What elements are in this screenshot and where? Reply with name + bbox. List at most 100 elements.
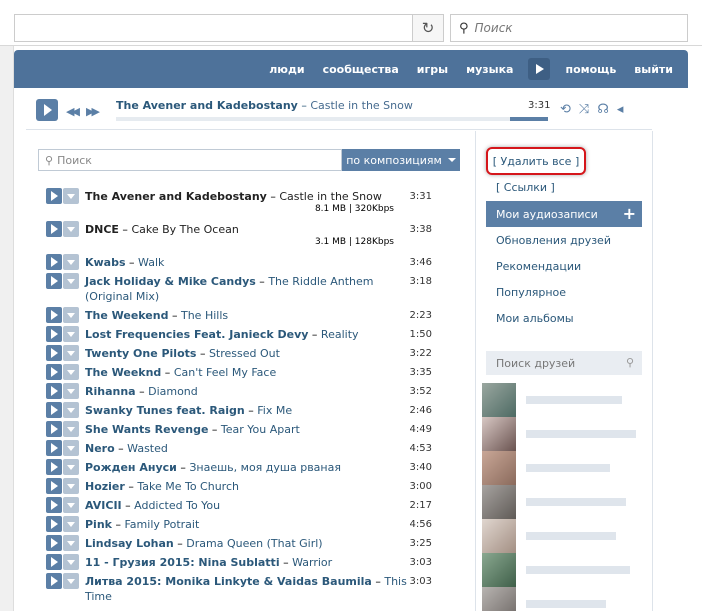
track-row[interactable]: The Weeknd – Can't Feel My Face 3:35 (46, 363, 432, 382)
links-button[interactable]: [ Ссылки ] (496, 181, 555, 194)
track-menu-icon[interactable] (63, 478, 79, 494)
track-row[interactable]: Twenty One Pilots – Stressed Out 3:22 (46, 344, 432, 363)
track-artist[interactable]: The Weeknd (85, 366, 161, 379)
track-row[interactable]: She Wants Revenge – Tear You Apart 4:49 (46, 420, 432, 439)
track-artist[interactable]: She Wants Revenge (85, 423, 208, 436)
track-artist[interactable]: The Weekend (85, 309, 168, 322)
track-row[interactable]: AVICII – Addicted To You 2:17 (46, 496, 432, 515)
plus-icon[interactable]: + (623, 204, 636, 223)
track-row[interactable]: Литва 2015: Monika Linkyte & Vaidas Baum… (46, 572, 432, 606)
track-menu-icon[interactable] (63, 273, 79, 289)
friend-item[interactable] (482, 587, 642, 611)
track-artist[interactable]: AVICII (85, 499, 122, 512)
track-menu-icon[interactable] (63, 516, 79, 532)
address-bar[interactable] (14, 14, 412, 42)
friend-item[interactable] (482, 417, 642, 451)
track-menu-icon[interactable] (63, 554, 79, 570)
track-menu-icon[interactable] (63, 188, 79, 204)
play-icon[interactable] (46, 535, 62, 551)
play-icon[interactable] (46, 573, 62, 589)
track-row[interactable]: Rihanna – Diamond 3:52 (46, 382, 432, 401)
friend-item[interactable] (482, 485, 642, 519)
track-row[interactable]: Lindsay Lohan – Drama Queen (That Girl) 3… (46, 534, 432, 553)
track-row[interactable]: Kwabs – Walk 3:46 (46, 253, 432, 272)
track-row[interactable]: 11 - Грузия 2015: Nina Sublatti – Warrio… (46, 553, 432, 572)
play-icon[interactable] (46, 421, 62, 437)
play-icon[interactable] (46, 221, 62, 237)
track-row[interactable]: The Avener and Kadebostany – Castle in t… (46, 187, 432, 220)
nav-logout[interactable]: выйти (625, 63, 682, 76)
track-row[interactable]: Pink – Family Potrait 4:56 (46, 515, 432, 534)
track-menu-icon[interactable] (63, 345, 79, 361)
friend-item[interactable] (482, 553, 642, 587)
track-row[interactable]: Hozier – Take Me To Church 3:00 (46, 477, 432, 496)
track-row[interactable]: Рожден Ануси – Знаешь, моя душа рваная 3:… (46, 458, 432, 477)
search-filter-dropdown[interactable]: по композициям (342, 149, 460, 171)
broadcast-icon[interactable]: ◂ (617, 102, 624, 117)
play-icon[interactable] (46, 440, 62, 456)
play-icon[interactable] (46, 326, 62, 342)
track-menu-icon[interactable] (63, 221, 79, 237)
track-artist[interactable]: Lindsay Lohan (85, 537, 174, 550)
play-icon[interactable] (46, 188, 62, 204)
track-row[interactable]: DNCE – Cake By The Ocean 3:38 3.1 MB | 128… (46, 220, 432, 253)
track-artist[interactable]: Swanky Tunes feat. Raign (85, 404, 245, 417)
track-artist[interactable]: DNCE (85, 223, 119, 236)
play-icon[interactable] (46, 516, 62, 532)
previous-icon[interactable]: ◀◀ (66, 105, 80, 118)
browser-search-field[interactable]: ⚲ Поиск (450, 14, 688, 42)
track-menu-icon[interactable] (63, 364, 79, 380)
play-icon[interactable] (46, 364, 62, 380)
track-menu-icon[interactable] (63, 573, 79, 589)
track-artist[interactable]: The Avener and Kadebostany (85, 190, 267, 203)
track-artist[interactable]: Rihanna (85, 385, 136, 398)
track-artist[interactable]: Hozier (85, 480, 125, 493)
headphones-icon[interactable]: ☊ (597, 102, 609, 117)
track-menu-icon[interactable] (63, 535, 79, 551)
volume-bar[interactable] (510, 117, 548, 121)
track-artist[interactable]: Jack Holiday & Mike Candys (85, 275, 256, 288)
play-icon[interactable] (46, 478, 62, 494)
play-icon[interactable] (46, 254, 62, 270)
reload-icon[interactable]: ↻ (412, 14, 444, 42)
repeat-icon[interactable]: ⟲ (560, 102, 571, 117)
nav-music[interactable]: музыка (457, 63, 522, 76)
play-icon[interactable] (46, 554, 62, 570)
track-menu-icon[interactable] (63, 402, 79, 418)
delete-all-button[interactable]: [ Удалить все ] (486, 147, 586, 175)
nav-communities[interactable]: сообщества (314, 63, 408, 76)
play-icon[interactable] (46, 459, 62, 475)
track-menu-icon[interactable] (63, 307, 79, 323)
track-row[interactable]: Nero – Wasted 4:53 (46, 439, 432, 458)
track-row[interactable]: Jack Holiday & Mike Candys – The Riddle … (46, 272, 432, 306)
friend-item[interactable] (482, 519, 642, 553)
menu-my-audio[interactable]: Мои аудиозаписи + (486, 201, 642, 227)
track-artist[interactable]: Рожден Ануси (85, 461, 177, 474)
audio-search-input[interactable]: ⚲ Поиск (38, 149, 342, 171)
track-row[interactable]: The Weekend – The Hills 2:23 (46, 306, 432, 325)
track-artist[interactable]: Kwabs (85, 256, 126, 269)
menu-friends-updates[interactable]: Обновления друзей (486, 227, 642, 253)
play-icon[interactable] (46, 383, 62, 399)
track-menu-icon[interactable] (63, 440, 79, 456)
track-menu-icon[interactable] (63, 421, 79, 437)
nav-games[interactable]: игры (408, 63, 457, 76)
header-play-icon[interactable] (528, 58, 551, 80)
track-artist[interactable]: Pink (85, 518, 112, 531)
nav-people[interactable]: люди (260, 63, 313, 76)
nav-help[interactable]: помощь (556, 63, 625, 76)
play-icon[interactable] (46, 273, 62, 289)
track-menu-icon[interactable] (63, 326, 79, 342)
play-icon[interactable] (46, 345, 62, 361)
shuffle-icon[interactable]: ⤨ (579, 102, 589, 117)
track-menu-icon[interactable] (63, 383, 79, 399)
track-artist[interactable]: Twenty One Pilots (85, 347, 196, 360)
menu-popular[interactable]: Популярное (486, 279, 642, 305)
track-menu-icon[interactable] (63, 254, 79, 270)
next-icon[interactable]: ▶▶ (86, 105, 100, 118)
track-artist[interactable]: Литва 2015: Monika Linkyte & Vaidas Baum… (85, 575, 372, 588)
play-icon[interactable] (46, 307, 62, 323)
track-menu-icon[interactable] (63, 459, 79, 475)
play-icon[interactable] (46, 497, 62, 513)
track-artist[interactable]: Lost Frequencies Feat. Janieck Devy (85, 328, 308, 341)
